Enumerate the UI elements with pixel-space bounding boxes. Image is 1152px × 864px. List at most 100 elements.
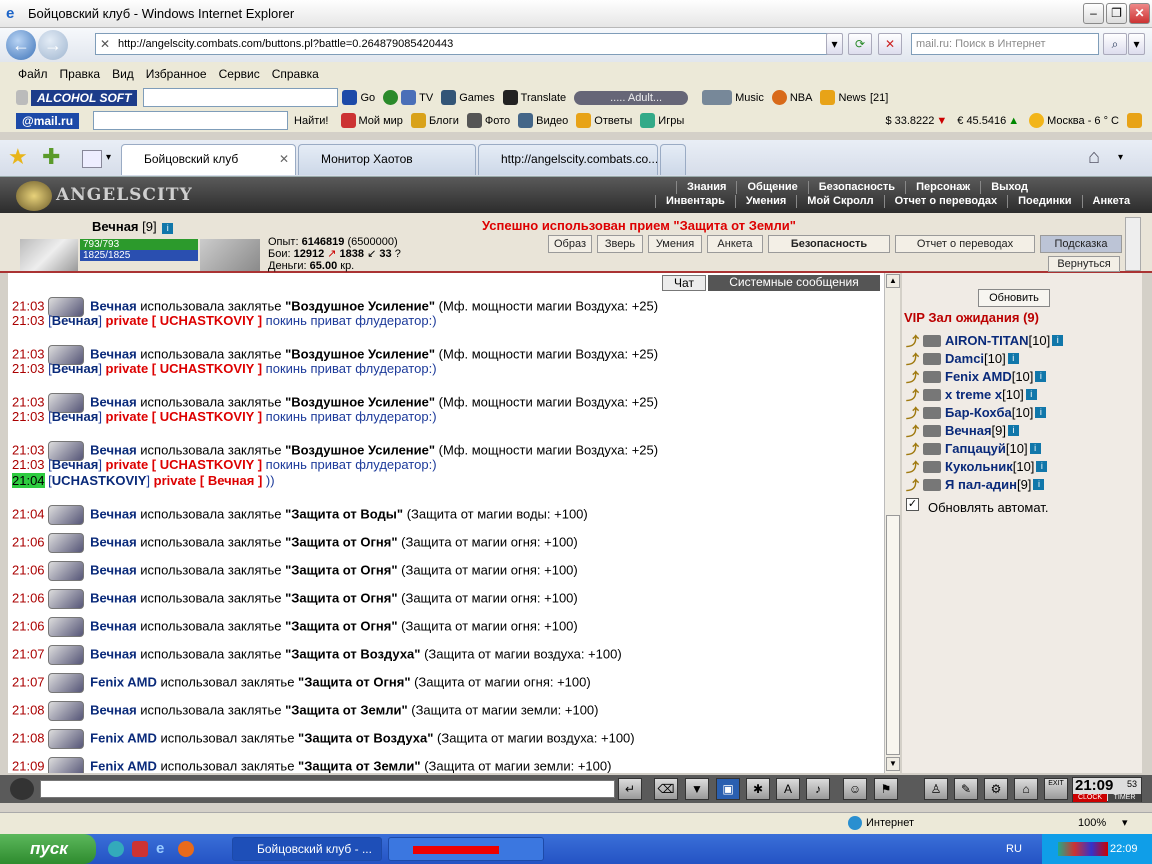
blogs-button[interactable]: Блоги bbox=[410, 113, 459, 128]
tab-fight-club[interactable]: Бойцовский клуб ✕ bbox=[121, 144, 296, 175]
usd-rate[interactable]: $ 33.8222 bbox=[885, 115, 934, 127]
room-player-info-icon[interactable]: i bbox=[1007, 353, 1019, 364]
room-player-name[interactable]: Damci bbox=[945, 351, 984, 366]
clan-icon[interactable]: ⚑ bbox=[874, 778, 898, 800]
room-player-name[interactable]: Fenix AMD bbox=[945, 369, 1012, 384]
quicklaunch-globe-icon[interactable] bbox=[108, 841, 124, 857]
room-player-name[interactable]: Я пал-адин bbox=[945, 477, 1017, 492]
room-player-name[interactable]: Гапцацуй bbox=[945, 441, 1006, 456]
transfer-report-button[interactable]: Отчет о переводах bbox=[895, 235, 1035, 253]
search-input[interactable]: mail.ru: Поиск в Интернет bbox=[911, 33, 1099, 55]
chat-time[interactable]: 21:03 bbox=[12, 346, 45, 361]
chat-time[interactable]: 21:06 bbox=[12, 562, 45, 577]
player-info-icon[interactable]: i bbox=[162, 223, 174, 234]
games-mailru-button[interactable]: Игры bbox=[640, 113, 684, 128]
private-arrow-icon[interactable]: ⤴ bbox=[906, 367, 919, 386]
menu-character[interactable]: Персонаж bbox=[905, 181, 980, 194]
smiley-icon[interactable]: ☺ bbox=[843, 778, 867, 800]
chat-time[interactable]: 21:03 bbox=[12, 442, 45, 457]
save-icon[interactable]: ▣ bbox=[716, 778, 740, 800]
task-hidden[interactable] bbox=[388, 837, 544, 861]
walk-icon[interactable]: ✱ bbox=[746, 778, 770, 800]
quicklaunch-ie-icon[interactable]: e bbox=[156, 840, 164, 857]
profile-button[interactable]: Анкета bbox=[707, 235, 763, 253]
radio-player[interactable]: ..... Adult... bbox=[574, 90, 689, 105]
chat-time[interactable]: 21:03 bbox=[12, 457, 45, 472]
chat-time[interactable]: 21:08 bbox=[12, 730, 45, 745]
menu-view[interactable]: Вид bbox=[112, 67, 134, 81]
scroll-thumb[interactable] bbox=[886, 515, 900, 755]
home-icon[interactable]: ⌂ bbox=[1088, 146, 1100, 169]
room-player-name[interactable]: x treme x bbox=[945, 387, 1002, 402]
private-arrow-icon[interactable]: ⤴ bbox=[906, 439, 919, 458]
chat-sender[interactable]: [Вечная] bbox=[48, 409, 105, 424]
chat-nick[interactable]: Вечная bbox=[90, 562, 137, 577]
chat-time[interactable]: 21:06 bbox=[12, 590, 45, 605]
chat-private-target[interactable]: private [ UCHASTKOVIY ] bbox=[106, 457, 266, 472]
quicklaunch-media-icon[interactable] bbox=[132, 841, 148, 857]
system-messages-tab[interactable]: Системные сообщения bbox=[708, 275, 880, 291]
room-player-info-icon[interactable]: i bbox=[1033, 479, 1045, 490]
search-icon[interactable]: ⌕ bbox=[1103, 33, 1127, 55]
tray-icons[interactable] bbox=[1058, 842, 1108, 856]
nba-button[interactable]: NBA bbox=[771, 90, 812, 105]
image-button[interactable]: Образ bbox=[548, 235, 592, 253]
room-player[interactable]: ⤴ Я пал-адин [9] i bbox=[906, 475, 1045, 494]
chat-scrollbar[interactable]: ▲ ▼ bbox=[884, 273, 900, 773]
music-button[interactable]: Music bbox=[702, 90, 764, 105]
private-arrow-icon[interactable]: ⤴ bbox=[906, 349, 919, 368]
menu-exit[interactable]: Выход bbox=[980, 181, 1038, 194]
menu-transfer-report[interactable]: Отчет о переводах bbox=[883, 195, 1008, 208]
menu-communication[interactable]: Общение bbox=[736, 181, 807, 194]
chat-time[interactable]: 21:04 bbox=[12, 506, 45, 521]
mailru-logo[interactable]: @mail.ru bbox=[16, 112, 80, 129]
alcohol-search-input[interactable] bbox=[143, 88, 339, 107]
menu-skills[interactable]: Умения bbox=[734, 195, 796, 208]
task-fight-club[interactable]: Бойцовский клуб - ... bbox=[232, 837, 382, 861]
favorites-star-icon[interactable]: ★ bbox=[8, 144, 28, 170]
chat-private-target[interactable]: private [ UCHASTKOVIY ] bbox=[106, 313, 266, 328]
photo-button[interactable]: Фото bbox=[466, 113, 510, 128]
chat-tool-icon[interactable] bbox=[10, 778, 34, 800]
chat-time[interactable]: 21:09 bbox=[12, 758, 45, 773]
chat-time[interactable]: 21:08 bbox=[12, 702, 45, 717]
forward-button[interactable]: → bbox=[38, 30, 68, 60]
menu-knowledge[interactable]: Знания bbox=[676, 181, 736, 194]
quicklaunch-firefox-icon[interactable] bbox=[178, 841, 194, 857]
language-indicator[interactable]: RU bbox=[1006, 834, 1022, 864]
menu-security[interactable]: Безопасность bbox=[807, 181, 905, 194]
chat-sender[interactable]: [Вечная] bbox=[48, 361, 105, 376]
chat-nick[interactable]: Вечная bbox=[90, 394, 137, 409]
refresh-icon[interactable]: ⟳ bbox=[848, 33, 872, 55]
clock-label[interactable]: CLOCK bbox=[1073, 794, 1107, 802]
room-player-info-icon[interactable]: i bbox=[1008, 425, 1019, 436]
action4-icon[interactable]: ⌂ bbox=[1014, 778, 1038, 800]
font-icon[interactable]: A bbox=[776, 778, 800, 800]
action2-icon[interactable]: ✎ bbox=[954, 778, 978, 800]
panel-scrollbar[interactable] bbox=[1125, 217, 1141, 271]
chat-private-target[interactable]: private [ UCHASTKOVIY ] bbox=[106, 361, 266, 376]
room-player-info-icon[interactable]: i bbox=[1035, 407, 1047, 418]
minimize-button[interactable]: – bbox=[1083, 3, 1104, 24]
chat-time[interactable]: 21:06 bbox=[12, 534, 45, 549]
private-arrow-icon[interactable]: ⤴ bbox=[906, 457, 919, 476]
room-player[interactable]: ⤴ Вечная [9] i bbox=[906, 421, 1019, 440]
equipment-slots[interactable] bbox=[200, 239, 260, 271]
chat-nick[interactable]: Вечная bbox=[90, 702, 137, 717]
new-tab-button[interactable] bbox=[660, 144, 686, 175]
chat-nick[interactable]: Fenix AMD bbox=[90, 674, 157, 689]
action1-icon[interactable]: ♙ bbox=[924, 778, 948, 800]
timer-label[interactable]: TIMER bbox=[1108, 794, 1141, 802]
back-button[interactable]: ← bbox=[6, 30, 36, 60]
answers-button[interactable]: Ответы bbox=[576, 113, 632, 128]
auto-refresh-checkbox[interactable]: ✓ bbox=[906, 498, 919, 511]
skills-button[interactable]: Умения bbox=[648, 235, 702, 253]
eur-rate[interactable]: € 45.5416 bbox=[957, 115, 1006, 127]
address-field[interactable]: http://angelscity.combats.com/buttons.pl… bbox=[95, 33, 842, 55]
sound-icon[interactable]: ♪ bbox=[806, 778, 830, 800]
chat-nick[interactable]: Вечная bbox=[90, 646, 137, 661]
chat-time[interactable]: 21:03 bbox=[12, 313, 45, 328]
room-player-name[interactable]: AIRON-TITAN bbox=[945, 333, 1029, 348]
start-button[interactable]: пуск bbox=[0, 834, 96, 864]
private-arrow-icon[interactable]: ⤴ bbox=[906, 403, 919, 422]
